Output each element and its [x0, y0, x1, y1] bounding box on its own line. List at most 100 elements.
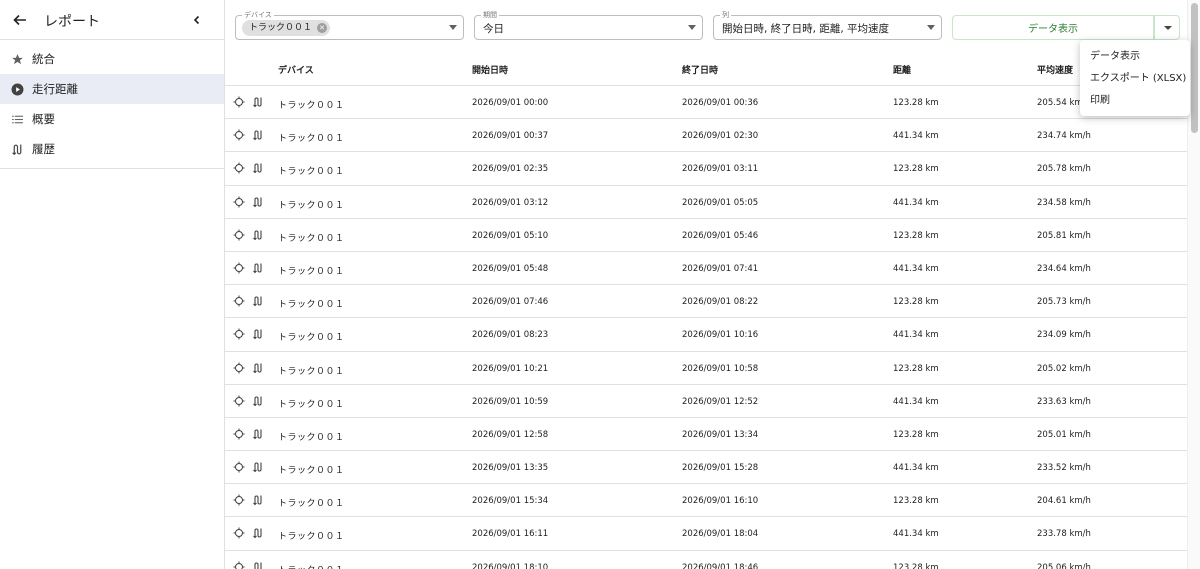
cell-speed: 205.73 km/h [1037, 297, 1091, 308]
sidebar-item-mileage[interactable]: 走行距離 [0, 74, 224, 104]
cell-device: トラック００１ [278, 532, 345, 543]
report-toolbar: デバイス トラック００１ ✕ 期間 今日 列 開始日時, 終了日時, 距離, 平… [225, 0, 1200, 50]
cell-start: 2026/09/01 10:21 [472, 363, 549, 374]
route-replay-icon[interactable] [252, 328, 264, 340]
menu-item-print[interactable]: 印刷 [1080, 90, 1190, 112]
cell-speed: 205.01 km/h [1037, 429, 1091, 440]
cell-distance: 123.28 km [893, 164, 939, 175]
cell-end: 2026/09/01 10:58 [682, 363, 759, 374]
cell-device: トラック００１ [278, 499, 345, 510]
route-replay-icon[interactable] [252, 561, 264, 569]
cell-speed: 234.74 km/h [1037, 131, 1091, 142]
locate-icon[interactable] [233, 461, 245, 473]
chip-remove-icon[interactable]: ✕ [317, 23, 328, 33]
cell-speed: 234.09 km/h [1037, 330, 1091, 341]
table-body: トラック００１ 2026/09/01 00:00 2026/09/01 00:36 1… [225, 86, 1187, 569]
mileage-table: デバイス 開始日時 終了日時 距離 平均速度 トラック００１ 2026/09/01… [225, 50, 1187, 569]
route-replay-icon[interactable] [252, 295, 264, 307]
table-row: トラック００１ 2026/09/01 18:10 2026/09/01 18:46 1… [225, 551, 1187, 569]
menu-item-export-xlsx[interactable]: エクスポート (XLSX) [1080, 68, 1190, 90]
play-circle-icon [10, 82, 24, 96]
locate-icon[interactable] [233, 362, 245, 374]
cell-device: トラック００１ [278, 233, 345, 244]
table-row: トラック００１ 2026/09/01 00:37 2026/09/01 02:30 4… [225, 119, 1187, 153]
show-data-button[interactable]: データ表示 [952, 15, 1154, 40]
sidebar-item-summary[interactable]: 概要 [0, 104, 224, 134]
locate-icon[interactable] [233, 561, 245, 569]
device-select[interactable]: デバイス トラック００１ ✕ [235, 10, 464, 40]
scrollbar-thumb[interactable] [1191, 3, 1198, 133]
route-replay-icon[interactable] [252, 428, 264, 440]
device-select-label: デバイス [242, 10, 274, 20]
chevron-left-icon[interactable] [188, 11, 206, 29]
locate-icon[interactable] [233, 395, 245, 407]
route-icon [10, 142, 24, 156]
cell-speed: 234.64 km/h [1037, 263, 1091, 274]
show-options-button[interactable] [1154, 15, 1180, 40]
locate-icon[interactable] [233, 494, 245, 506]
header-speed[interactable]: 平均速度 [1037, 63, 1073, 76]
table-row: トラック００１ 2026/09/01 02:35 2026/09/01 03:11 1… [225, 152, 1187, 186]
cell-end: 2026/09/01 10:16 [682, 330, 759, 341]
cell-device: トラック００１ [278, 366, 345, 377]
locate-icon[interactable] [233, 527, 245, 539]
cell-distance: 441.34 km [893, 263, 939, 274]
header-start[interactable]: 開始日時 [472, 63, 508, 76]
route-replay-icon[interactable] [252, 196, 264, 208]
cell-distance: 123.28 km [893, 363, 939, 374]
columns-select[interactable]: 列 開始日時, 終了日時, 距離, 平均速度 [713, 10, 942, 40]
header-distance[interactable]: 距離 [893, 63, 911, 76]
cell-speed: 234.58 km/h [1037, 197, 1091, 208]
table-row: トラック００１ 2026/09/01 10:59 2026/09/01 12:52 4… [225, 385, 1187, 418]
locate-icon[interactable] [233, 428, 245, 440]
cell-device: トラック００１ [278, 563, 345, 569]
menu-item-show-data[interactable]: データ表示 [1080, 46, 1190, 68]
cell-speed: 205.78 km/h [1037, 164, 1091, 175]
route-replay-icon[interactable] [252, 494, 264, 506]
route-replay-icon[interactable] [252, 395, 264, 407]
cell-device: トラック００１ [278, 466, 345, 477]
route-replay-icon[interactable] [252, 527, 264, 539]
back-arrow-icon[interactable] [10, 10, 30, 30]
sidebar: レポート 統合 走行距離 概要 履歴 [0, 0, 225, 569]
locate-icon[interactable] [233, 129, 245, 141]
locate-icon[interactable] [233, 229, 245, 241]
cell-device: トラック００１ [278, 333, 345, 344]
route-replay-icon[interactable] [252, 362, 264, 374]
route-replay-icon[interactable] [252, 96, 264, 108]
cell-device: トラック００１ [278, 200, 345, 211]
dropdown-arrow-icon [927, 25, 935, 30]
cell-speed: 205.81 km/h [1037, 230, 1091, 241]
sidebar-item-history[interactable]: 履歴 [0, 134, 224, 164]
locate-icon[interactable] [233, 96, 245, 108]
cell-start: 2026/09/01 18:10 [472, 562, 549, 569]
cell-distance: 123.28 km [893, 230, 939, 241]
locate-icon[interactable] [233, 196, 245, 208]
cell-device: トラック００１ [278, 167, 345, 178]
cell-end: 2026/09/01 08:22 [682, 297, 759, 308]
period-select[interactable]: 期間 今日 [474, 10, 703, 40]
locate-icon[interactable] [233, 328, 245, 340]
route-replay-icon[interactable] [252, 162, 264, 174]
header-device[interactable]: デバイス [278, 63, 314, 76]
cell-distance: 123.28 km [893, 98, 939, 108]
locate-icon[interactable] [233, 162, 245, 174]
route-replay-icon[interactable] [252, 262, 264, 274]
sidebar-item-label: 走行距離 [32, 82, 78, 96]
cell-device: トラック００１ [278, 399, 345, 410]
route-replay-icon[interactable] [252, 129, 264, 141]
locate-icon[interactable] [233, 262, 245, 274]
cell-distance: 441.34 km [893, 529, 939, 540]
cell-end: 2026/09/01 03:11 [682, 164, 759, 175]
locate-icon[interactable] [233, 295, 245, 307]
route-replay-icon[interactable] [252, 229, 264, 241]
cell-start: 2026/09/01 03:12 [472, 197, 549, 208]
sidebar-item-combined[interactable]: 統合 [0, 44, 224, 74]
header-end[interactable]: 終了日時 [682, 63, 718, 76]
route-replay-icon[interactable] [252, 461, 264, 473]
cell-device: トラック００１ [278, 300, 345, 311]
cell-start: 2026/09/01 16:11 [472, 529, 549, 540]
table-row: トラック００１ 2026/09/01 08:23 2026/09/01 10:16 4… [225, 318, 1187, 352]
cell-start: 2026/09/01 15:34 [472, 496, 549, 507]
cell-end: 2026/09/01 00:36 [682, 98, 759, 108]
